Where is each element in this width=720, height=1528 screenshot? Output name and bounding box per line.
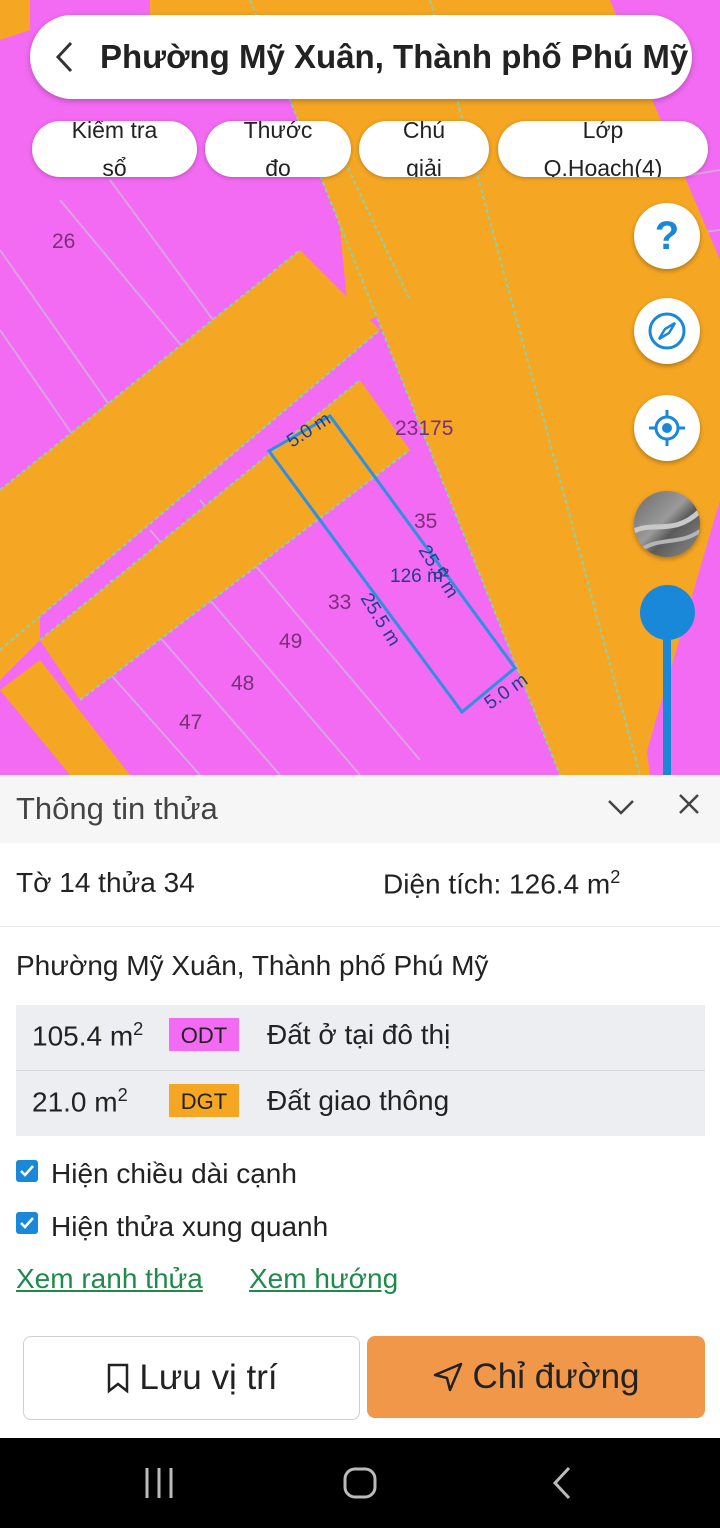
- parcel-summary-row: Tờ 14 thửa 34 Diện tích: 126.4 m2: [0, 843, 720, 927]
- panel-header: Thông tin thửa: [0, 775, 720, 843]
- system-navigation-bar: [0, 1438, 720, 1528]
- lot-label: Tờ 14 thửa 34: [16, 867, 195, 898]
- show-edge-length-checkbox[interactable]: [16, 1160, 38, 1182]
- home-button[interactable]: [342, 1464, 378, 1507]
- close-icon: [679, 794, 699, 814]
- chip-label: đo: [265, 155, 291, 177]
- get-directions-button[interactable]: Chỉ đường: [367, 1336, 705, 1418]
- amount-value: 105.4 m: [32, 1020, 134, 1052]
- satellite-thumbnail-icon: [634, 509, 700, 553]
- checkmark-icon: [20, 1217, 34, 1229]
- lot-number: 33: [328, 591, 352, 614]
- lot-number: 48: [231, 672, 255, 695]
- opacity-slider-knob[interactable]: [640, 585, 695, 640]
- home-icon: [343, 1467, 377, 1499]
- planning-layer-chip[interactable]: Lớp Q.Hoach(4): [498, 121, 708, 177]
- save-location-button[interactable]: Lưu vị trí: [23, 1336, 360, 1420]
- land-use-code-badge: DGT: [169, 1084, 239, 1117]
- save-location-label: Lưu vị trí: [139, 1358, 278, 1397]
- lot-number: 49: [279, 630, 303, 653]
- recent-apps-button[interactable]: [143, 1464, 175, 1507]
- chip-label: giải: [406, 155, 442, 177]
- lot-number: 35: [414, 510, 438, 533]
- land-use-code-badge: ODT: [169, 1018, 239, 1051]
- chip-label: Lớp: [582, 121, 624, 143]
- show-edge-length-label[interactable]: Hiện chiều dài cạnh: [51, 1158, 297, 1190]
- view-boundary-link[interactable]: Xem ranh thửa: [16, 1263, 203, 1295]
- map-view[interactable]: 5.0 m 25.5 m 25.5 m 5.0 m 126 m² 26 2317…: [0, 0, 720, 775]
- land-use-table: 105.4 m2 ODT Đất ở tại đô thị 21.0 m2 DG…: [16, 1005, 705, 1136]
- lot-number: 26: [52, 230, 76, 253]
- chip-label: Q.Hoach(4): [543, 155, 663, 177]
- satellite-layer-button[interactable]: [634, 491, 700, 557]
- recent-apps-icon: [145, 1468, 173, 1498]
- help-icon: ?: [654, 213, 680, 258]
- compass-button[interactable]: [634, 298, 700, 364]
- map-canvas: 5.0 m 25.5 m 25.5 m 5.0 m 126 m²: [0, 0, 720, 775]
- back-arrow-icon: [55, 41, 73, 73]
- back-button[interactable]: [30, 15, 100, 99]
- land-use-description: Đất ở tại đô thị: [267, 1019, 451, 1050]
- land-use-amount: 105.4 m2: [32, 1019, 143, 1052]
- amount-value: 21.0 m: [32, 1086, 118, 1118]
- lot-number: 47: [179, 711, 203, 734]
- get-directions-label: Chỉ đường: [472, 1357, 640, 1396]
- crosshair-icon: [649, 410, 685, 446]
- collapse-button[interactable]: [606, 791, 636, 826]
- bookmark-icon: [108, 1363, 129, 1394]
- area-value: Diện tích: 126.4 m: [383, 868, 611, 900]
- chip-label: sổ: [102, 155, 127, 177]
- panel-title: Thông tin thửa: [16, 791, 218, 826]
- show-surrounding-checkbox[interactable]: [16, 1212, 38, 1234]
- chip-label: Thước: [243, 121, 313, 143]
- chip-label: Kiểm tra: [71, 121, 158, 143]
- land-use-amount: 21.0 m2: [32, 1085, 128, 1118]
- page-title: Phường Mỹ Xuân, Thành phố Phú Mỹ: [100, 38, 689, 75]
- check-book-chip[interactable]: Kiểm tra sổ: [32, 121, 197, 177]
- system-back-button[interactable]: [550, 1464, 574, 1507]
- area-label: Diện tích: 126.4 m2: [383, 867, 620, 900]
- chip-label: Chú: [402, 121, 446, 143]
- navigation-arrow-icon: [434, 1362, 463, 1392]
- land-use-row: 105.4 m2 ODT Đất ở tại đô thị: [16, 1005, 705, 1070]
- area-unit-sup: 2: [610, 867, 621, 887]
- close-button[interactable]: [676, 791, 702, 822]
- chevron-down-icon: [608, 800, 634, 815]
- show-surrounding-label[interactable]: Hiện thửa xung quanh: [51, 1211, 328, 1243]
- dim-area: 126 m²: [390, 566, 449, 587]
- my-location-button[interactable]: [634, 395, 700, 461]
- compass-icon: [648, 312, 686, 350]
- view-direction-link[interactable]: Xem hướng: [249, 1263, 398, 1295]
- land-use-description: Đất giao thông: [267, 1085, 450, 1116]
- land-use-row: 21.0 m2 DGT Đất giao thông: [16, 1070, 705, 1136]
- ruler-chip[interactable]: Thước đo: [205, 121, 351, 177]
- location-header: Phường Mỹ Xuân, Thành phố Phú Mỹ: [30, 15, 692, 99]
- checkmark-icon: [20, 1165, 34, 1177]
- help-button[interactable]: ?: [634, 203, 700, 269]
- parcel-info-panel: Thông tin thửa Tờ 14 thửa 34 Diện tích: …: [0, 775, 720, 1438]
- system-back-icon: [552, 1466, 571, 1500]
- legend-chip[interactable]: Chú giải: [359, 121, 489, 177]
- amount-sup: 2: [133, 1019, 144, 1039]
- amount-sup: 2: [117, 1085, 128, 1105]
- parcel-address: Phường Mỹ Xuân, Thành phố Phú Mỹ: [16, 950, 489, 981]
- lot-number: 23175: [395, 417, 454, 440]
